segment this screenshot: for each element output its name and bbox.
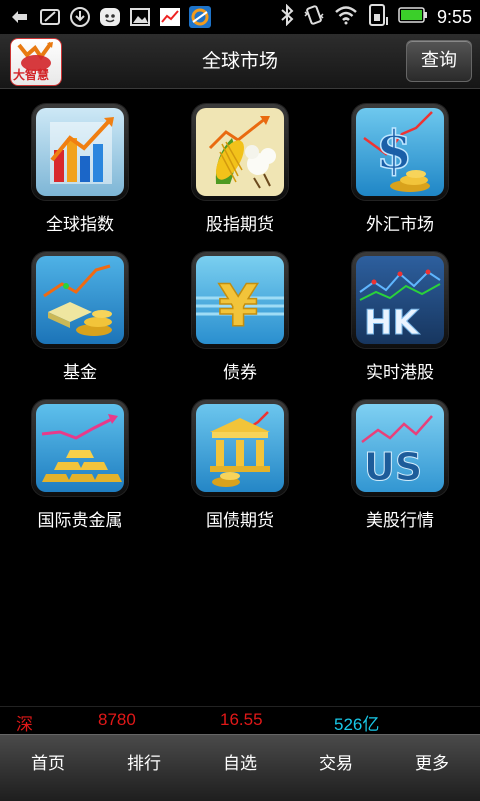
- grid-item-label: 国际贵金属: [37, 511, 123, 531]
- usb-debug-icon: [8, 6, 32, 28]
- wifi-icon: [334, 5, 358, 29]
- grid-item-label: 基金: [63, 363, 97, 383]
- market-ticker[interactable]: 深 8780 16.55 526亿: [0, 706, 480, 735]
- grid-item-label: 债券: [223, 363, 257, 383]
- ticker-index: 8780: [98, 710, 136, 729]
- nav-trade[interactable]: 交易: [288, 735, 384, 801]
- bar-chart-icon: [36, 108, 124, 196]
- sim-icon: [367, 3, 389, 31]
- vibrate-icon: [303, 4, 325, 30]
- bottom-nav: 首页 排行 自选 交易 更多: [0, 734, 480, 801]
- nav-more[interactable]: 更多: [384, 735, 480, 801]
- nav-ranking[interactable]: 排行: [96, 735, 192, 801]
- dollar-coins-icon: $: [356, 108, 444, 196]
- title-bar: 大智慧 全球市场 查询: [0, 34, 480, 89]
- gold-ingots-icon: [36, 404, 124, 492]
- grid-item-treasury-futures[interactable]: 国债期货: [160, 396, 320, 544]
- svg-text:¥: ¥: [218, 272, 258, 340]
- grid-item-bonds[interactable]: ¥ 债券: [160, 248, 320, 396]
- svg-text:US: US: [364, 445, 422, 489]
- nav-home[interactable]: 首页: [0, 735, 96, 801]
- svg-text:$: $: [376, 120, 412, 181]
- gallery-icon: [128, 6, 152, 28]
- status-bar: 9:55: [0, 0, 480, 34]
- grid-item-label: 外汇市场: [366, 215, 434, 235]
- grid-item-label: 国债期货: [206, 511, 274, 531]
- sd-card-icon: [38, 6, 62, 28]
- query-button[interactable]: 查询: [406, 40, 472, 82]
- grid-item-label: 实时港股: [366, 363, 434, 383]
- ticker-market: 深: [16, 715, 33, 734]
- nav-watchlist[interactable]: 自选: [192, 735, 288, 801]
- gold-bars-coins-icon: [36, 256, 124, 344]
- grid-item-label: 美股行情: [366, 511, 434, 531]
- grid-item-global-index[interactable]: 全球指数: [0, 100, 160, 248]
- weather-app-icon: [188, 6, 212, 28]
- battery-icon: [398, 7, 428, 27]
- stock-app-icon: [158, 6, 182, 28]
- bluetooth-icon: [280, 3, 294, 30]
- grid-item-label: 股指期货: [206, 215, 274, 235]
- grid-item-label: 全球指数: [46, 215, 114, 235]
- corn-cotton-icon: [196, 108, 284, 196]
- us-icon: US: [356, 404, 444, 492]
- grid-item-forex[interactable]: $ 外汇市场: [320, 100, 480, 248]
- ticker-volume: 526亿: [334, 715, 380, 734]
- grid-item-funds[interactable]: 基金: [0, 248, 160, 396]
- status-clock: 9:55: [436, 6, 472, 27]
- government-building-icon: [196, 404, 284, 492]
- grid-item-us-stocks[interactable]: US 美股行情: [320, 396, 480, 544]
- grid-item-hk-stocks[interactable]: HK 实时港股: [320, 248, 480, 396]
- yen-icon: ¥: [196, 256, 284, 344]
- svg-text:HK: HK: [364, 303, 420, 343]
- grid-item-index-futures[interactable]: 股指期货: [160, 100, 320, 248]
- grid-item-precious-metals[interactable]: 国际贵金属: [0, 396, 160, 544]
- ticker-change: 16.55: [220, 710, 263, 729]
- messenger-icon: [98, 6, 122, 28]
- hk-icon: HK: [356, 256, 444, 344]
- download-icon: [68, 6, 92, 28]
